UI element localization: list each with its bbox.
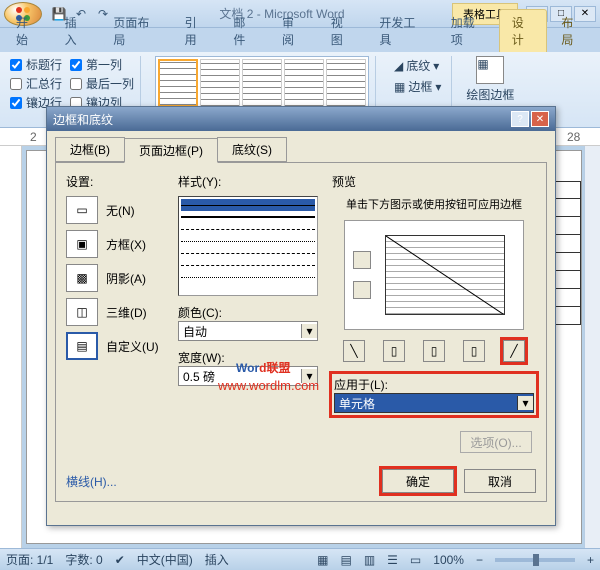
tab-addins[interactable]: 加载项 bbox=[439, 10, 497, 52]
style-thumb[interactable] bbox=[284, 59, 324, 107]
box-icon: ▣ bbox=[66, 230, 98, 258]
view-print-layout-icon[interactable]: ▦ bbox=[317, 553, 328, 567]
edge-buttons-row: ╲ ▯ ▯ ▯ ╱ bbox=[332, 340, 536, 362]
style-label: 样式(Y): bbox=[178, 173, 318, 190]
edge-diag-down-button[interactable]: ╲ bbox=[343, 340, 365, 362]
edge-right-button[interactable]: ▯ bbox=[463, 340, 485, 362]
diagonal-line-icon bbox=[386, 236, 504, 314]
tab-pagelayout[interactable]: 页面布局 bbox=[101, 10, 170, 52]
zoom-out-button[interactable]: − bbox=[476, 553, 483, 567]
draw-border-label: 绘图边框 bbox=[466, 86, 514, 103]
setting-3d[interactable]: ◫三维(D) bbox=[66, 298, 164, 326]
borders-shading-dialog: 边框和底纹 ? ✕ 边框(B) 页面边框(P) 底纹(S) 设置: ▭无(N) … bbox=[46, 106, 556, 526]
shadow-icon: ▩ bbox=[66, 264, 98, 292]
dialog-close-button[interactable]: ✕ bbox=[531, 111, 549, 127]
status-bar: 页面: 1/1 字数: 0 ✔ 中文(中国) 插入 ▦ ▤ ▥ ☰ ▭ 100%… bbox=[0, 548, 600, 570]
style-thumb[interactable] bbox=[242, 59, 282, 107]
chevron-down-icon: ▾ bbox=[517, 396, 533, 410]
color-label: 颜色(C): bbox=[178, 304, 318, 321]
status-proofing-icon[interactable]: ✔ bbox=[115, 553, 125, 567]
edge-left-button[interactable]: ▯ bbox=[383, 340, 405, 362]
edge-diag-up-button[interactable]: ╱ bbox=[503, 340, 525, 362]
status-language[interactable]: 中文(中国) bbox=[137, 551, 193, 568]
tab-insert[interactable]: 插入 bbox=[53, 10, 100, 52]
view-draft-icon[interactable]: ▭ bbox=[410, 553, 421, 567]
status-words[interactable]: 字数: 0 bbox=[65, 551, 102, 568]
chk-total-row[interactable]: 汇总行 bbox=[10, 75, 62, 92]
tab-layout[interactable]: 布局 bbox=[549, 10, 596, 52]
custom-icon: ▤ bbox=[66, 332, 98, 360]
table-styles-gallery[interactable] bbox=[155, 56, 369, 112]
settings-label: 设置: bbox=[66, 173, 164, 190]
tab-developer[interactable]: 开发工具 bbox=[367, 10, 436, 52]
zoom-slider[interactable] bbox=[495, 558, 575, 562]
setting-shadow[interactable]: ▩阴影(A) bbox=[66, 264, 164, 292]
shading-button[interactable]: ◢ 底纹 ▾ bbox=[390, 56, 445, 75]
style-thumb[interactable] bbox=[200, 59, 240, 107]
tab-home[interactable]: 开始 bbox=[4, 10, 51, 52]
tab-review[interactable]: 审阅 bbox=[270, 10, 317, 52]
chevron-down-icon: ▾ bbox=[301, 324, 317, 338]
zoom-in-button[interactable]: + bbox=[587, 553, 594, 567]
chk-header-row[interactable]: 标题行 bbox=[10, 56, 62, 73]
setting-custom[interactable]: ▤自定义(U) bbox=[66, 332, 164, 360]
options-button: 选项(O)... bbox=[460, 431, 532, 453]
borders-button[interactable]: ▦ 边框 ▾ bbox=[390, 77, 445, 96]
dialog-title: 边框和底纹 bbox=[53, 111, 511, 128]
ribbon-tab-strip: 开始 插入 页面布局 引用 邮件 审阅 视图 开发工具 加载项 设计 布局 bbox=[0, 28, 600, 52]
status-insert-mode[interactable]: 插入 bbox=[205, 551, 229, 568]
dialog-help-button[interactable]: ? bbox=[511, 111, 529, 127]
apply-to-row: 应用于(L): 单元格 ▾ bbox=[332, 374, 536, 415]
apply-to-label: 应用于(L): bbox=[334, 376, 534, 393]
status-page[interactable]: 页面: 1/1 bbox=[6, 551, 53, 568]
chk-last-col[interactable]: 最后一列 bbox=[70, 75, 134, 92]
preview-hint: 单击下方图示或使用按钮可应用边框 bbox=[332, 196, 536, 212]
dialog-bottom-row: 横线(H)... 确定 取消 bbox=[66, 469, 536, 493]
chevron-down-icon: ▾ bbox=[301, 369, 317, 383]
width-label: 宽度(W): bbox=[178, 349, 318, 366]
color-combo[interactable]: 自动▾ bbox=[178, 321, 318, 341]
width-combo[interactable]: 0.5 磅▾ bbox=[178, 366, 318, 386]
setting-none[interactable]: ▭无(N) bbox=[66, 196, 164, 224]
vertical-ruler[interactable] bbox=[0, 146, 22, 548]
setting-box[interactable]: ▣方框(X) bbox=[66, 230, 164, 258]
zoom-level[interactable]: 100% bbox=[433, 553, 464, 567]
view-web-icon[interactable]: ▥ bbox=[364, 553, 375, 567]
line-style-list[interactable] bbox=[178, 196, 318, 296]
preview-diagram[interactable] bbox=[344, 220, 524, 330]
preview-cell bbox=[385, 235, 505, 315]
style-thumb[interactable] bbox=[326, 59, 366, 107]
ok-button[interactable]: 确定 bbox=[382, 469, 454, 493]
preview-column: 预览 单击下方图示或使用按钮可应用边框 ╲ ▯ ▯ ▯ ╱ bbox=[332, 173, 536, 403]
tab-design[interactable]: 设计 bbox=[499, 9, 548, 52]
settings-column: 设置: ▭无(N) ▣方框(X) ▩阴影(A) ◫三维(D) ▤自定义(U) bbox=[66, 173, 164, 403]
dialog-body: 设置: ▭无(N) ▣方框(X) ▩阴影(A) ◫三维(D) ▤自定义(U) 样… bbox=[55, 162, 547, 502]
vertical-scrollbar[interactable] bbox=[584, 146, 600, 548]
none-icon: ▭ bbox=[66, 196, 98, 224]
style-column: 样式(Y): 颜色(C): 自动▾ 宽度(W): 0.5 磅▾ bbox=[178, 173, 318, 403]
threed-icon: ◫ bbox=[66, 298, 98, 326]
view-outline-icon[interactable]: ☰ bbox=[387, 553, 398, 567]
style-thumb[interactable] bbox=[158, 59, 198, 107]
dialog-titlebar[interactable]: 边框和底纹 ? ✕ bbox=[47, 107, 555, 131]
tab-view[interactable]: 视图 bbox=[319, 10, 366, 52]
edge-bottom-left-button[interactable] bbox=[353, 281, 371, 299]
preview-label: 预览 bbox=[332, 173, 536, 190]
dlg-tab-borders[interactable]: 边框(B) bbox=[55, 137, 125, 162]
tab-references[interactable]: 引用 bbox=[173, 10, 220, 52]
horizontal-line-link[interactable]: 横线(H)... bbox=[66, 473, 117, 490]
cancel-button[interactable]: 取消 bbox=[464, 469, 536, 493]
dlg-tab-shading[interactable]: 底纹(S) bbox=[217, 137, 287, 162]
apply-to-select[interactable]: 单元格 ▾ bbox=[334, 393, 534, 413]
draw-border-icon[interactable]: ▦ bbox=[476, 56, 504, 84]
dialog-tabs: 边框(B) 页面边框(P) 底纹(S) bbox=[47, 131, 555, 162]
dlg-tab-page-border[interactable]: 页面边框(P) bbox=[124, 138, 218, 163]
tab-mailings[interactable]: 邮件 bbox=[221, 10, 268, 52]
edge-top-left-button[interactable] bbox=[353, 251, 371, 269]
view-reading-icon[interactable]: ▤ bbox=[340, 553, 351, 567]
chk-first-col[interactable]: 第一列 bbox=[70, 56, 134, 73]
edge-center-button[interactable]: ▯ bbox=[423, 340, 445, 362]
